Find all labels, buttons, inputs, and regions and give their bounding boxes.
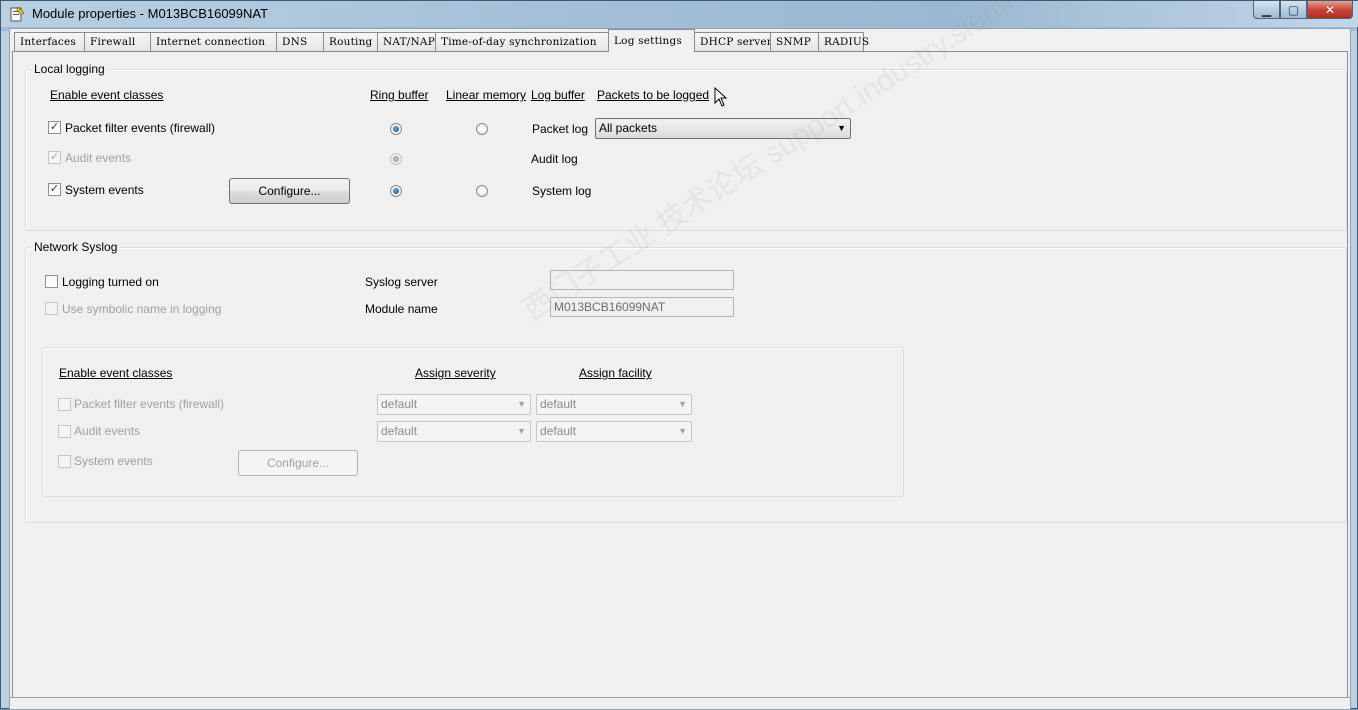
system-events-label: System events	[65, 183, 144, 197]
audit-facility-value: default	[540, 424, 577, 438]
header-log-buffer: Log buffer	[531, 88, 585, 102]
packet-filter-events-label: Packet filter events (firewall)	[65, 121, 216, 135]
tab-time-of-day-synchronization[interactable]: Time-of-day synchronization	[435, 32, 609, 52]
packet-log-label: Packet log	[532, 122, 589, 136]
network-syslog-legend: Network Syslog	[32, 240, 120, 254]
module-name-label: Module name	[365, 302, 438, 316]
header-linear-memory: Linear memory	[446, 88, 527, 102]
minimize-button[interactable]: ▁	[1253, 1, 1280, 19]
packets-to-be-logged-value: All packets	[599, 121, 658, 135]
audit-events-label: Audit events	[65, 151, 132, 165]
tab-firewall[interactable]: Firewall	[84, 32, 151, 52]
tab-dns[interactable]: DNS	[276, 32, 324, 52]
system-linear-memory-radio[interactable]	[476, 185, 488, 197]
tab-log-settings[interactable]: Log settings	[608, 29, 695, 52]
syslog-event-classes-group: Enable event classes Assign severity Ass…	[42, 347, 904, 497]
header-enable-event-classes: Enable event classes	[50, 88, 164, 102]
tab-dhcp-server[interactable]: DHCP server	[694, 32, 772, 52]
syslog-server-input	[550, 270, 734, 290]
syslog-system-checkbox	[58, 455, 71, 468]
chevron-down-icon: ▼	[837, 123, 846, 133]
audit-severity-select: default ▼	[377, 421, 531, 442]
system-ring-buffer-radio[interactable]	[390, 185, 402, 197]
syslog-packet-filter-checkbox	[58, 398, 71, 411]
window-title: Module properties - M013BCB16099NAT	[32, 6, 269, 21]
maximize-button[interactable]: ▢	[1280, 1, 1307, 19]
tab-strip: Interfaces Firewall Internet connection …	[14, 29, 869, 52]
system-log-label: System log	[532, 184, 592, 198]
chevron-down-icon: ▼	[517, 426, 526, 436]
syslog-system-configure-button: Configure...	[238, 450, 358, 476]
chevron-down-icon: ▼	[678, 426, 687, 436]
logging-turned-on-checkbox[interactable]	[45, 275, 58, 288]
packet-filter-facility-select: default ▼	[536, 394, 692, 415]
tab-nat-napt[interactable]: NAT/NAPT	[377, 32, 442, 52]
syslog-audit-label: Audit events	[74, 424, 141, 438]
logging-turned-on-label: Logging turned on	[62, 275, 159, 289]
use-symbolic-name-checkbox	[45, 302, 58, 315]
header-packets-to-be-logged: Packets to be logged	[597, 88, 710, 102]
chevron-down-icon: ▼	[678, 399, 687, 409]
tab-internet-connection[interactable]: Internet connection	[150, 32, 277, 52]
syslog-header-enable-event-classes: Enable event classes	[59, 366, 173, 380]
tab-interfaces[interactable]: Interfaces	[14, 32, 85, 52]
dialog-window: Module properties - M013BCB16099NAT ▁ ▢ …	[0, 0, 1358, 710]
close-button[interactable]: ✕	[1307, 1, 1353, 19]
module-name-input: M013BCB16099NAT	[550, 297, 734, 317]
packet-filter-facility-value: default	[540, 397, 577, 411]
packet-filter-severity-value: default	[381, 397, 418, 411]
mouse-pointer-icon	[714, 87, 728, 107]
title-bar[interactable]: Module properties - M013BCB16099NAT ▁ ▢ …	[1, 1, 1358, 27]
local-logging-legend: Local logging	[32, 62, 107, 76]
packet-filter-ring-buffer-radio[interactable]	[390, 123, 402, 135]
tab-snmp[interactable]: SNMP	[770, 32, 819, 52]
system-events-checkbox[interactable]: ✓	[48, 183, 61, 196]
chevron-down-icon: ▼	[517, 399, 526, 409]
tab-radius[interactable]: RADIUS	[818, 32, 869, 52]
audit-severity-value: default	[381, 424, 418, 438]
audit-ring-buffer-radio	[390, 153, 402, 165]
audit-log-label: Audit log	[531, 152, 578, 166]
syslog-server-label: Syslog server	[365, 275, 438, 289]
header-ring-buffer: Ring buffer	[370, 88, 429, 102]
dialog-client-area: Interfaces Firewall Internet connection …	[9, 0, 1351, 710]
audit-facility-select: default ▼	[536, 421, 692, 442]
log-settings-page: Local logging Enable event classes Ring …	[12, 0, 1348, 707]
syslog-audit-checkbox	[58, 425, 71, 438]
tab-routing[interactable]: Routing	[323, 32, 378, 52]
packets-to-be-logged-select[interactable]: All packets ▼	[595, 118, 851, 139]
status-bar	[10, 697, 1350, 709]
syslog-packet-filter-label: Packet filter events (firewall)	[74, 397, 225, 411]
module-properties-icon	[10, 6, 25, 22]
packet-filter-events-checkbox[interactable]: ✓	[48, 121, 61, 134]
syslog-system-label: System events	[74, 454, 153, 468]
packet-filter-linear-memory-radio[interactable]	[476, 123, 488, 135]
network-syslog-group: Network Syslog Logging turned on Use sym…	[25, 240, 1347, 523]
audit-events-checkbox: ✓	[48, 151, 61, 164]
local-logging-group: Local logging Enable event classes Ring …	[25, 62, 1347, 231]
syslog-header-assign-severity: Assign severity	[415, 366, 496, 380]
use-symbolic-name-label: Use symbolic name in logging	[62, 302, 222, 316]
packet-filter-severity-select: default ▼	[377, 394, 531, 415]
system-events-configure-button[interactable]: Configure...	[229, 178, 350, 204]
syslog-header-assign-facility: Assign facility	[579, 366, 652, 380]
